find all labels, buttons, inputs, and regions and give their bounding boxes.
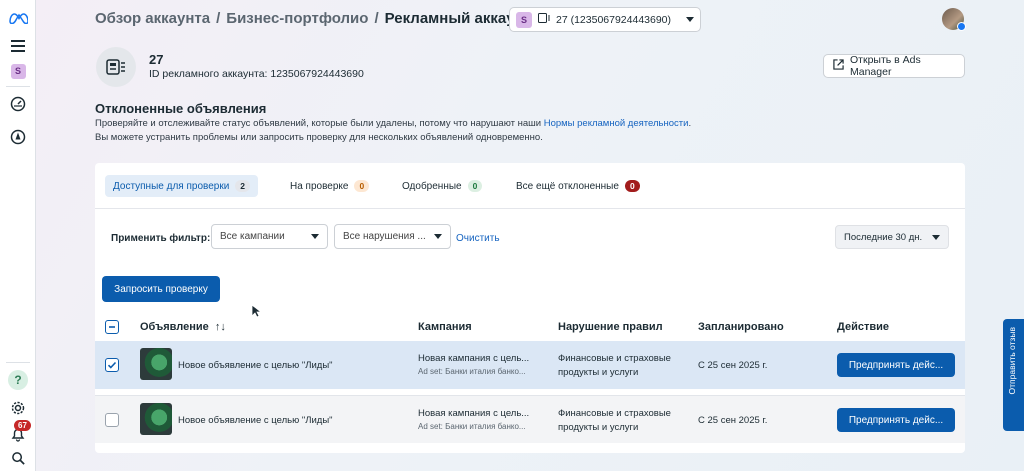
chevron-down-icon [434,234,442,239]
tab-in-review[interactable]: На проверке 0 [282,175,377,197]
column-header-ad[interactable]: Объявление ↑↓ [140,321,226,333]
sort-icon[interactable]: ↑↓ [215,321,226,333]
help-icon[interactable]: ? [8,370,28,390]
account-name: 27 [149,52,164,67]
ad-standards-link[interactable]: Нормы рекламной деятельности [544,118,689,129]
adset-name: Ad set: Банки италия банко... [418,367,526,376]
account-switcher-icon[interactable]: S [8,61,28,81]
tab-count-badge: 2 [235,180,251,192]
ad-thumbnail [140,403,172,435]
tab-approved[interactable]: Одобренные 0 [394,175,490,197]
campaign-filter-dropdown[interactable]: Все кампании [211,224,328,249]
dashboard-gauge-icon[interactable] [8,94,28,114]
tab-count-badge: 0 [467,180,483,192]
adset-name: Ad set: Банки италия банко... [418,422,526,431]
column-header-scheduled: Запланировано [698,321,784,333]
tab-label: Доступные для проверки [113,180,230,192]
tab-count-badge: 0 [354,180,370,192]
description-text: Вы можете устранить проблемы или запроси… [95,132,543,143]
scheduled-date: С 25 сен 2025 г. [698,360,768,371]
open-ads-manager-button[interactable]: Открыть в Ads Manager [823,54,965,78]
take-action-button[interactable]: Предпринять дейс... [837,353,955,377]
violation-line1: Финансовые и страховые [558,408,671,419]
violation-line2: продукты и услуги [558,367,639,378]
facebook-badge-icon [957,22,966,31]
search-icon[interactable] [8,448,28,468]
column-header-action: Действие [837,321,889,333]
campaign-name: Новая кампания с цель... [418,408,530,419]
filter-bar: Применить фильтр: Все кампании Все наруш… [95,209,965,319]
tab-still-rejected[interactable]: Все ещё отклоненные 0 [508,175,648,197]
ad-account-icon [538,13,550,26]
mouse-cursor-icon [251,304,263,323]
ad-account-selector[interactable]: S 27 (1235067924443690) [509,7,701,32]
dropdown-value: Все нарушения ... [343,231,426,242]
ad-account-icon [96,47,136,87]
account-id: ID рекламного аккаунта: 1235067924443690 [149,68,364,80]
ad-name[interactable]: Новое объявление с целью "Лиды" [178,360,333,371]
breadcrumb: Обзор аккаунта / Бизнес-портфолио / Рекл… [95,10,531,27]
send-feedback-label: Отправить отзыв [1007,327,1017,395]
ad-thumbnail [140,348,172,380]
account-badge: S [10,63,26,79]
meta-logo-icon[interactable] [8,8,28,28]
account-badge: S [516,11,532,28]
table-row[interactable]: Новое объявление с целью "Лиды" Новая ка… [95,341,965,389]
ad-name[interactable]: Новое объявление с целью "Лиды" [178,415,333,426]
menu-icon[interactable] [8,36,28,56]
settings-gear-icon[interactable] [8,398,28,418]
row-checkbox[interactable] [105,358,119,372]
status-tabs: Доступные для проверки 2 На проверке 0 О… [95,163,965,209]
breadcrumb-business-portfolio[interactable]: Бизнес-портфолио [226,10,368,27]
breadcrumb-account-overview[interactable]: Обзор аккаунта [95,10,210,27]
violation-line2: продукты и услуги [558,422,639,433]
section-description: Проверяйте и отслеживайте статус объявле… [95,117,815,145]
send-feedback-tab[interactable]: Отправить отзыв [1003,319,1024,431]
column-header-violation: Нарушение правил [558,321,663,333]
take-action-button[interactable]: Предпринять дейс... [837,408,955,432]
violation-filter-dropdown[interactable]: Все нарушения ... [334,224,451,249]
filter-label: Применить фильтр: [111,233,211,244]
notifications-count-badge: 67 [14,420,31,431]
ad-account-selector-value: 27 (1235067924443690) [556,13,672,26]
tab-label: На проверке [290,180,349,192]
dropdown-value: Все кампании [220,231,285,242]
description-text: . [688,118,692,129]
tab-count-badge: 0 [624,180,640,192]
chevron-down-icon [311,234,319,239]
rejected-ads-card: Доступные для проверки 2 На проверке 0 О… [95,163,965,453]
breadcrumb-separator: / [216,10,221,27]
campaign-name: Новая кампания с цель... [418,353,530,364]
select-all-checkbox[interactable] [105,320,119,334]
open-ads-manager-label: Открыть в Ads Manager [850,54,921,78]
column-header-label: Объявление [140,321,209,333]
chevron-down-icon [686,17,694,22]
left-navigation-rail: S ? 67 [0,0,36,471]
request-review-button[interactable]: Запросить проверку [102,276,220,302]
rail-divider [6,86,30,87]
clear-filters-link[interactable]: Очистить [456,233,500,244]
row-checkbox[interactable] [105,413,119,427]
chevron-down-icon [932,234,940,240]
tab-label: Одобренные [402,180,462,192]
breadcrumb-separator: / [374,10,379,27]
table-header: Объявление ↑↓ Кампания Нарушение правил … [95,313,965,341]
table-row[interactable]: Новое объявление с целью "Лиды" Новая ка… [95,395,965,443]
tab-available-for-review[interactable]: Доступные для проверки 2 [105,175,259,197]
external-link-icon [833,59,844,73]
column-header-campaign: Кампания [418,321,472,333]
description-text: Проверяйте и отслеживайте статус объявле… [95,118,544,129]
rail-divider [6,362,30,363]
date-range-dropdown[interactable]: Последние 30 дн. [835,225,949,249]
tab-label: Все ещё отклоненные [516,180,619,192]
violation-line1: Финансовые и страховые [558,353,671,364]
navigation-compass-icon[interactable] [8,127,28,147]
section-title: Отклоненные объявления [95,101,267,116]
scheduled-date: С 25 сен 2025 г. [698,415,768,426]
dropdown-value: Последние 30 дн. [844,231,923,243]
